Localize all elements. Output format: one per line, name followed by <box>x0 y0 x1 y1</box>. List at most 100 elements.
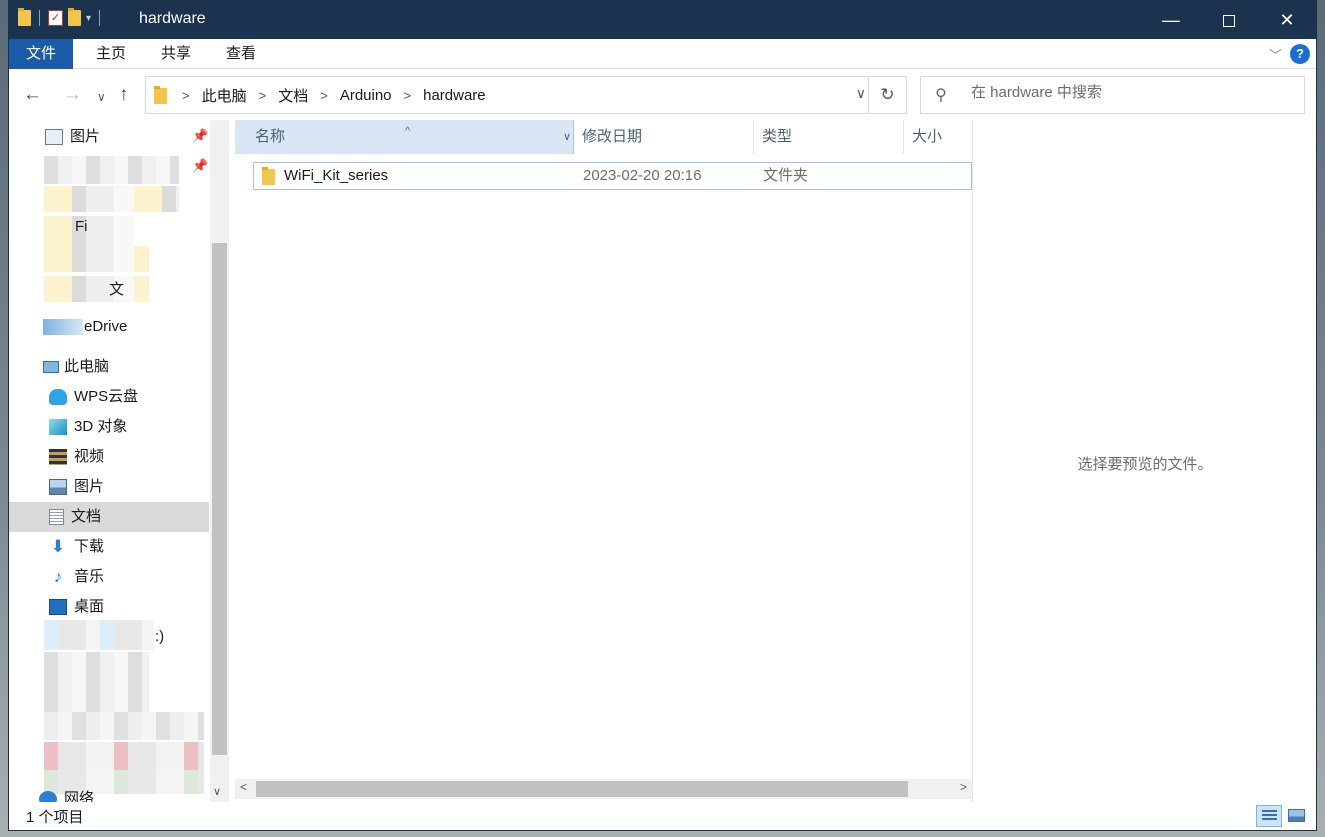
up-arrow-icon[interactable]: ↑ <box>119 84 129 106</box>
scroll-right-chevron-icon[interactable]: > <box>960 780 967 794</box>
breadcrumb-item-this-pc[interactable]: 此电脑 <box>202 85 247 106</box>
customize-toolbar-chevron-icon[interactable]: ▾ <box>86 13 91 24</box>
status-bar: 1 个项目 <box>9 802 1316 830</box>
breadcrumb-separator-icon[interactable]: > <box>320 88 328 103</box>
folder-icon <box>18 8 31 26</box>
sidebar-item-label: 图片 <box>70 128 101 145</box>
large-icons-view-button[interactable] <box>1284 805 1310 827</box>
search-box[interactable]: ⚲ <box>920 76 1305 114</box>
redacted-item <box>44 276 149 302</box>
breadcrumb-separator-icon[interactable]: > <box>182 88 190 103</box>
pin-icon[interactable]: 📌 <box>192 128 208 144</box>
help-icon[interactable]: ? <box>1290 44 1310 64</box>
sidebar-item-videos[interactable]: 视频 <box>49 442 104 472</box>
redacted-item <box>44 742 204 770</box>
sidebar-item-desktop[interactable]: 桌面 <box>49 592 104 622</box>
sidebar-item-label: 此电脑 <box>64 358 110 375</box>
scrollbar-thumb[interactable] <box>256 781 908 797</box>
sidebar-item-label: 文档 <box>71 508 102 525</box>
breadcrumb-item-arduino[interactable]: Arduino <box>340 87 392 104</box>
properties-icon[interactable]: ✓ <box>48 10 63 26</box>
sidebar-item-downloads[interactable]: ⬇ 下载 <box>49 532 104 562</box>
file-type: 文件夹 <box>763 167 809 184</box>
recent-locations-chevron-icon[interactable]: ∨ <box>97 90 106 104</box>
redacted-item <box>44 712 204 740</box>
column-header-size[interactable]: 大小 <box>904 120 972 154</box>
expand-ribbon-chevron-icon[interactable]: ﹀ <box>1269 45 1282 64</box>
maximize-button[interactable] <box>1200 1 1258 39</box>
window-title: hardware <box>139 10 206 27</box>
preview-message: 选择要预览的文件。 <box>1077 456 1213 473</box>
close-icon: ✕ <box>1279 10 1295 30</box>
breadcrumb-separator-icon[interactable]: > <box>259 88 267 103</box>
tab-home[interactable]: 主页 <box>96 39 126 69</box>
scroll-left-chevron-icon[interactable]: < <box>240 780 247 794</box>
column-header-type[interactable]: 类型 <box>754 120 904 154</box>
breadcrumb-separator-icon[interactable]: > <box>404 88 412 103</box>
file-date: 2023-02-20 20:16 <box>583 167 702 184</box>
sidebar-item-label: 音乐 <box>74 568 105 585</box>
network-icon <box>39 791 57 802</box>
folder-icon <box>262 167 275 185</box>
search-input[interactable] <box>971 84 1291 101</box>
document-icon <box>49 509 64 525</box>
horizontal-scrollbar[interactable]: < > <box>235 779 972 799</box>
cube-icon <box>49 419 67 435</box>
sidebar-item-documents[interactable]: 文档 <box>9 502 209 532</box>
minimize-button[interactable]: — <box>1142 1 1200 39</box>
tab-file[interactable]: 文件 <box>9 39 73 69</box>
sidebar-item-onedrive[interactable]: eDrive <box>43 312 127 342</box>
refresh-icon[interactable]: ↻ <box>868 77 906 113</box>
details-view-icon <box>1262 810 1277 822</box>
redacted-item <box>44 682 149 712</box>
toolbar-separator <box>39 10 40 26</box>
address-dropdown-chevron-icon[interactable]: ∨ <box>856 85 866 102</box>
new-folder-icon[interactable] <box>68 8 81 26</box>
partial-label: 文 <box>109 281 125 298</box>
sidebar-item-label: eDrive <box>84 318 128 335</box>
navigation-pane: 图片 📌 📌 Fi 文 eDrive 此电脑 WPS云盘 3D 对象 视频 图片… <box>9 120 229 802</box>
sidebar-item-label: WPS云盘 <box>74 388 139 405</box>
column-header-date[interactable]: 修改日期 <box>574 120 754 154</box>
sidebar-item-label: 视频 <box>74 448 105 465</box>
film-icon <box>49 449 67 465</box>
tab-view[interactable]: 查看 <box>226 39 256 69</box>
preview-pane: 选择要预览的文件。 <box>972 120 1317 802</box>
sidebar-item-label: 下载 <box>74 538 105 555</box>
picture-icon <box>45 129 63 145</box>
forward-arrow-icon[interactable]: → <box>63 84 82 106</box>
redacted-item <box>44 186 179 212</box>
back-arrow-icon[interactable]: ← <box>23 84 42 106</box>
sidebar-item-pictures[interactable]: 图片 <box>49 472 104 502</box>
pin-icon[interactable]: 📌 <box>192 158 208 174</box>
scrollbar-thumb[interactable] <box>212 243 227 755</box>
sidebar-item-label: 桌面 <box>74 598 105 615</box>
file-list-item[interactable]: WiFi_Kit_series 2023-02-20 20:16 文件夹 <box>253 162 972 190</box>
details-view-button[interactable] <box>1256 805 1282 827</box>
close-button[interactable]: ✕ <box>1258 1 1316 39</box>
breadcrumb-item-hardware[interactable]: hardware <box>423 87 486 104</box>
scroll-down-chevron-icon[interactable]: ∨ <box>213 785 221 798</box>
sidebar-item-network[interactable]: 网络 <box>39 784 94 802</box>
title-bar[interactable]: ✓ ▾ hardware — ✕ <box>9 1 1316 39</box>
column-filter-chevron-icon[interactable]: ∨ <box>563 120 571 154</box>
sidebar-item-music[interactable]: ♪ 音乐 <box>49 562 104 592</box>
minimize-icon: — <box>1162 10 1180 30</box>
sidebar-item-3d-objects[interactable]: 3D 对象 <box>49 412 127 442</box>
redacted-item <box>44 652 149 682</box>
sidebar-scrollbar[interactable]: ∨ <box>210 120 229 802</box>
toolbar-separator <box>99 10 101 26</box>
file-list-pane: ^ 名称 ∨ 修改日期 类型 大小 WiFi_Kit_series 2023-0… <box>235 120 972 802</box>
sidebar-item-label: 3D 对象 <box>74 418 128 435</box>
breadcrumb-item-documents[interactable]: 文档 <box>278 85 308 106</box>
column-header-name[interactable]: ^ 名称 ∨ <box>235 120 574 154</box>
address-bar[interactable]: > 此电脑 > 文档 > Arduino > hardware ∨ ↻ <box>145 76 907 114</box>
sidebar-item-quick-pictures[interactable]: 图片 <box>45 122 100 152</box>
folder-icon <box>154 86 167 104</box>
sidebar-item-label: 网络 <box>64 790 95 802</box>
sidebar-item-this-pc[interactable]: 此电脑 <box>43 352 109 382</box>
sidebar-item-wps-cloud[interactable]: WPS云盘 <box>49 382 138 412</box>
search-icon: ⚲ <box>935 87 947 104</box>
tab-share[interactable]: 共享 <box>161 39 191 69</box>
quick-access-toolbar: ✓ ▾ <box>18 8 103 26</box>
